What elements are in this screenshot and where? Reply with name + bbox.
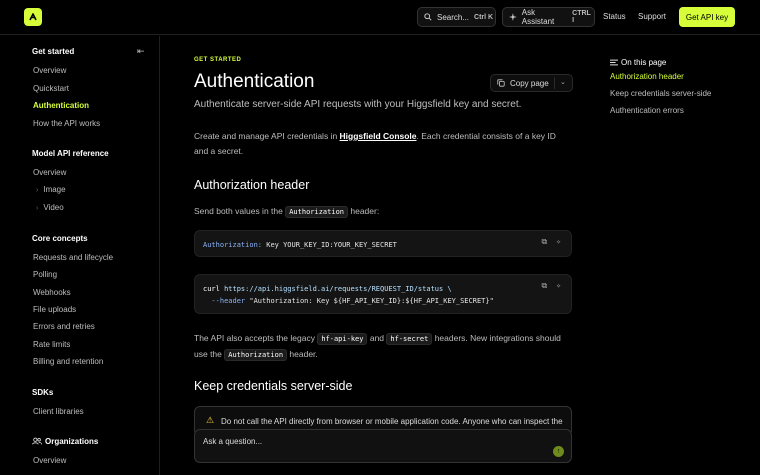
- ask-question-box[interactable]: Ask a question... ↑: [194, 429, 572, 463]
- copy-page-button[interactable]: Copy page ⌄: [490, 74, 573, 92]
- copy-icon: [497, 79, 505, 87]
- chevron-down-icon[interactable]: ⌄: [560, 78, 566, 86]
- sidebar-item-billing[interactable]: Billing and retention: [33, 357, 103, 366]
- code-token-key: Authorization:: [203, 241, 263, 249]
- search-label: Search...: [437, 12, 470, 22]
- sidebar-item-model-overview[interactable]: Overview: [33, 168, 66, 177]
- support-link[interactable]: Support: [638, 12, 666, 21]
- heading-keep-credentials: Keep credentials server-side: [194, 379, 353, 393]
- sidebar-section-organizations: Organizations: [32, 437, 98, 446]
- sidebar-item-quickstart[interactable]: Quickstart: [33, 84, 69, 93]
- intro-text: Create and manage API credentials in: [194, 131, 340, 141]
- code-block-curl: curl https://api.higgsfield.ai/requests/…: [194, 274, 572, 314]
- code-token-flag: --header: [203, 297, 246, 305]
- sidebar-section-core-concepts: Core concepts: [32, 234, 88, 243]
- code-token-value: "Authorization: Key ${HF_API_KEY_ID}:${H…: [245, 297, 494, 305]
- legacy-text: and: [367, 333, 387, 343]
- send-arrow-icon[interactable]: ↑: [553, 446, 564, 457]
- sidebar-section-get-started: Get started: [32, 47, 75, 56]
- copy-page-label: Copy page: [510, 78, 549, 88]
- top-bar: Search... Ctrl K Ask Assistant CTRL I St…: [0, 0, 760, 35]
- ask-ai-icon[interactable]: ✧: [556, 237, 561, 247]
- search-button[interactable]: Search... Ctrl K: [417, 7, 496, 27]
- get-api-key-button[interactable]: Get API key: [679, 7, 735, 27]
- sidebar-item-client-libraries[interactable]: Client libraries: [33, 407, 84, 416]
- inline-code: Authorization: [285, 206, 349, 218]
- code-line: --header "Authorization: Key ${HF_API_KE…: [203, 297, 494, 305]
- toc-title: On this page: [610, 58, 666, 67]
- sidebar-item-image[interactable]: › Image: [36, 185, 66, 194]
- legacy-paragraph: The API also accepts the legacy hf-api-k…: [194, 331, 572, 363]
- warning-icon: ⚠: [206, 415, 215, 425]
- logo-mark-icon: [29, 13, 37, 21]
- send-text-end: header:: [348, 206, 380, 216]
- code-block-header: Authorization: Key YOUR_KEY_ID:YOUR_KEY_…: [194, 230, 572, 257]
- sidebar-item-requests[interactable]: Requests and lifecycle: [33, 253, 113, 262]
- ask-shortcut: CTRL I: [572, 10, 591, 24]
- code-line: curl https://api.higgsfield.ai/requests/…: [203, 285, 452, 293]
- toc-item-keep-credentials[interactable]: Keep credentials server-side: [610, 89, 711, 98]
- sidebar-section-model-api: Model API reference: [32, 149, 109, 158]
- sidebar-item-polling[interactable]: Polling: [33, 270, 57, 279]
- code-token-value: Key YOUR_KEY_ID:YOUR_KEY_SECRET: [262, 241, 397, 249]
- sidebar-item-authentication[interactable]: Authentication: [33, 101, 89, 110]
- sidebar-item-file-uploads[interactable]: File uploads: [33, 305, 76, 314]
- chevron-right-icon: ›: [36, 187, 39, 194]
- toc-item-authorization-header[interactable]: Authorization header: [610, 72, 684, 81]
- copy-code-icon[interactable]: ⧉: [541, 281, 547, 291]
- higgsfield-logo[interactable]: [24, 8, 42, 26]
- status-link[interactable]: Status: [603, 12, 626, 21]
- sidebar-item-errors[interactable]: Errors and retries: [33, 322, 95, 331]
- inline-code: Authorization: [224, 349, 288, 361]
- search-icon: [424, 13, 432, 21]
- inline-code: hf-secret: [386, 333, 433, 345]
- chevron-right-icon: ›: [36, 205, 39, 212]
- collapse-sidebar-icon[interactable]: ⇤: [137, 46, 145, 57]
- code-token-url: https://api.higgsfield.ai/requests/REQUE…: [219, 285, 452, 293]
- sidebar-item-rate-limits[interactable]: Rate limits: [33, 340, 70, 349]
- ask-ai-icon[interactable]: ✧: [556, 281, 561, 291]
- code-line: Authorization: Key YOUR_KEY_ID:YOUR_KEY_…: [203, 241, 397, 249]
- send-paragraph: Send both values in the Authorization he…: [194, 204, 572, 220]
- page-subtitle: Authenticate server-side API requests wi…: [194, 99, 522, 110]
- inline-code: hf-api-key: [317, 333, 368, 345]
- sidebar-item-how-api-works[interactable]: How the API works: [33, 119, 100, 128]
- toc-title-label: On this page: [621, 58, 667, 67]
- search-shortcut: Ctrl K: [474, 13, 494, 21]
- copy-code-icon[interactable]: ⧉: [541, 237, 547, 247]
- code-token-cmd: curl: [203, 285, 220, 293]
- toc-item-auth-errors[interactable]: Authentication errors: [610, 106, 684, 115]
- sidebar-item-label: Image: [43, 185, 66, 194]
- send-text: Send both values in the: [194, 206, 286, 216]
- list-icon: [610, 59, 618, 66]
- sidebar-item-webhooks[interactable]: Webhooks: [33, 288, 71, 297]
- ask-label: Ask Assistant: [521, 8, 555, 26]
- heading-authorization-header: Authorization header: [194, 178, 310, 192]
- users-icon: [32, 437, 42, 445]
- legacy-text: The API also accepts the legacy: [194, 333, 318, 343]
- intro-paragraph: Create and manage API credentials in Hig…: [194, 129, 572, 159]
- ask-question-input[interactable]: Ask a question...: [203, 437, 262, 446]
- sparkle-icon: [509, 13, 517, 21]
- sidebar-item-org-overview[interactable]: Overview: [33, 456, 66, 465]
- breadcrumb: GET STARTED: [194, 57, 242, 63]
- legacy-text: header.: [287, 349, 318, 359]
- ask-assistant-button[interactable]: Ask Assistant CTRL I: [502, 7, 595, 27]
- sidebar-item-label: Video: [43, 203, 64, 212]
- higgsfield-console-link[interactable]: Higgsfield Console: [340, 131, 417, 141]
- sidebar-item-overview[interactable]: Overview: [33, 66, 66, 75]
- sidebar-section-label: Organizations: [45, 437, 99, 446]
- sidebar-section-sdks: SDKs: [32, 388, 54, 397]
- page-title: Authentication: [194, 71, 315, 92]
- divider: [554, 77, 555, 89]
- sidebar-item-video[interactable]: › Video: [36, 203, 64, 212]
